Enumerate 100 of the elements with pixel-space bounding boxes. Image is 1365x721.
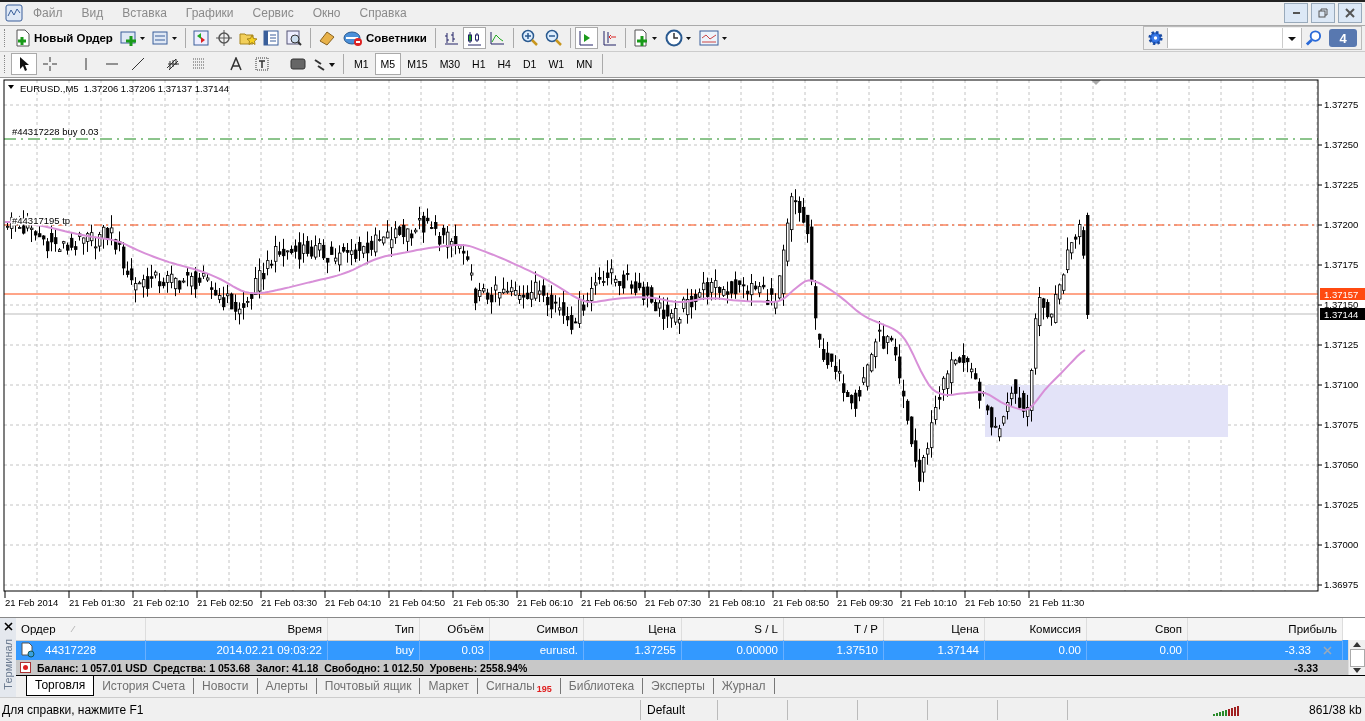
time-axis-label: 21 Feb 10:50 [965,597,1021,609]
terminal-side-label: Терминал [2,639,14,690]
rectangle-icon [290,58,306,71]
table-cell-text: 44317228 [45,643,97,659]
bar-chart-icon [443,30,460,47]
time-axis-label: 21 Feb 09:30 [837,597,893,609]
sort-icon [70,625,76,634]
terminal-tab[interactable]: Библиотека [560,677,644,694]
order-document-icon [21,642,35,659]
price-axis-label: 1.37150 [1324,299,1359,311]
candlestick-icon [466,30,483,47]
timeframe-button[interactable]: H1 [466,53,492,76]
column-header[interactable]: Символ [490,618,584,642]
price-axis-label: 1.37125 [1324,339,1359,351]
close-icon [1345,8,1355,19]
column-header[interactable]: S / L [682,618,784,642]
restore-icon [1318,8,1328,19]
price-axis-label: 1.37275 [1324,99,1359,111]
trendline-icon [131,57,145,72]
terminal-tab[interactable]: Новости [194,677,258,694]
column-header[interactable]: Цена [884,618,985,642]
price-axis-label: 1.37200 [1324,219,1359,231]
channel-icon [166,56,182,73]
chart-type-button[interactable] [462,27,486,50]
timeframe-button[interactable]: M5 [374,53,402,76]
time-axis-label: 21 Feb 10:10 [901,597,957,609]
timeframe-button[interactable]: M30 [433,53,467,76]
dropdown-triangle-icon[interactable] [8,85,14,90]
terminal-tab[interactable]: Журнал [713,677,775,694]
connection-bars-icon [1213,703,1239,716]
terminal-tab[interactable]: Торговля [26,675,95,696]
drawing-tool-button[interactable] [11,53,37,76]
time-axis-label: 21 Feb 02:10 [133,597,189,609]
chart-shift-marker-icon[interactable] [1091,80,1101,86]
time-axis-label: 21 Feb 08:50 [773,597,829,609]
terminal-tab[interactable]: История Счета [94,677,195,694]
text-label-icon [255,57,269,72]
time-axis-label: 21 Feb 06:50 [581,597,637,609]
bid-price-label: 1.37157 [1324,288,1359,300]
crosshair-icon [42,56,58,73]
text-tool-icon [230,57,242,72]
terminal-tab[interactable]: Эксперты [643,677,714,694]
price-axis-label: 1.37100 [1324,379,1359,391]
price-axis-label: 1.37000 [1324,539,1359,551]
column-header[interactable]: Ордер [16,618,146,642]
column-header[interactable]: T / P [784,618,884,642]
restore-button[interactable] [1311,3,1335,24]
column-header[interactable]: Своп [1087,618,1188,642]
close-button[interactable] [1338,3,1362,24]
arrows-icon [314,57,336,72]
time-axis-label: 21 Feb 04:10 [325,597,381,609]
column-header[interactable]: Комиссия [985,618,1087,642]
price-axis-label: 1.37175 [1324,259,1359,271]
price-axis-label: 1.37025 [1324,499,1359,511]
total-profit: -3.33 [1294,661,1319,674]
search-field[interactable] [1167,28,1302,49]
new-order-button[interactable]: Новый Ордер [11,27,117,50]
timeframe-button[interactable]: M1 [348,53,375,76]
time-axis-label: 21 Feb 06:10 [517,597,573,609]
document-plus-icon [15,29,31,48]
price-axis-label: 1.37075 [1324,419,1359,431]
timeframe-button[interactable]: W1 [542,53,571,76]
price-axis-label: 1.36975 [1324,579,1359,591]
time-axis-label: 21 Feb 11:30 [1029,597,1085,609]
scrollbar[interactable] [1348,640,1365,675]
timeframe-button[interactable]: H4 [491,53,517,76]
status-help-text: Для справки, нажмите F1 [1,702,145,717]
status-profile: Default [640,699,717,720]
minimize-icon [1291,12,1301,15]
price-axis-label: 1.37050 [1324,459,1359,471]
terminal-tab[interactable]: Маркет [420,677,479,694]
time-axis-label: 21 Feb 03:30 [261,597,317,609]
column-header[interactable]: Прибыль [1188,618,1343,642]
messages-button[interactable]: 4 [1329,29,1357,48]
close-icon[interactable] [3,622,13,632]
experts-button[interactable]: Советники [338,27,431,50]
line-chart-icon [489,30,506,47]
time-axis-label: 21 Feb 02:50 [197,597,253,609]
column-header[interactable]: Время [146,618,328,642]
column-header[interactable]: Тип [328,618,420,642]
price-axis-label: 1.37225 [1324,179,1359,191]
time-axis-label: 21 Feb 05:30 [453,597,509,609]
price-axis-label: 1.37250 [1324,139,1359,151]
table-cell-text: -3.33 [1284,643,1311,659]
ask-price-label: 1.37144 [1324,308,1359,320]
column-header[interactable]: Цена [584,618,682,642]
app-logo-icon[interactable] [5,4,23,23]
timeframe-button[interactable]: MN [570,53,599,76]
minimize-button[interactable] [1284,3,1308,24]
timeframe-button[interactable]: M15 [401,53,434,76]
order-label: #44317228 buy 0.03 [12,126,99,138]
auto-scroll-button[interactable] [574,27,598,50]
timeframe-button[interactable]: D1 [516,53,543,76]
time-axis-label: 21 Feb 01:30 [69,597,125,609]
cursor-icon [18,56,30,73]
time-axis-label: 21 Feb 08:10 [709,597,765,609]
column-header[interactable]: Объём [420,618,490,642]
terminal-tab[interactable]: Алерты [257,677,317,694]
terminal-tab[interactable]: Почтовый ящик [316,677,421,694]
time-axis-label: 21 Feb 2014 [5,597,59,609]
